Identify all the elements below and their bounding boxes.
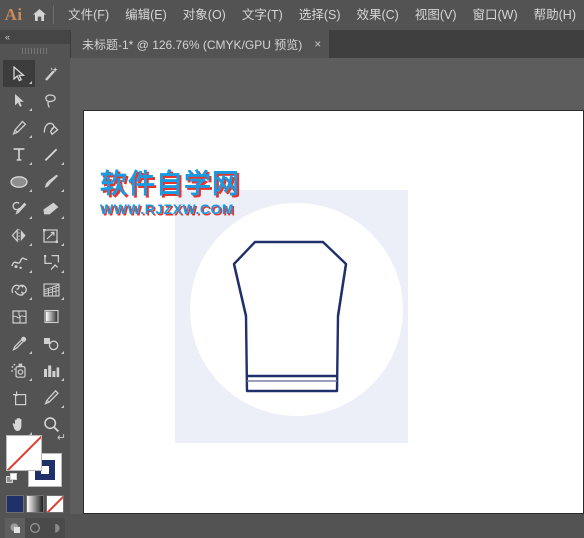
tool-flyout-indicator	[61, 189, 64, 192]
color-mode-button[interactable]	[6, 495, 24, 513]
collapse-panel-icon[interactable]: «	[5, 32, 10, 42]
none-mode-button[interactable]	[46, 495, 64, 513]
tool-flyout-indicator	[29, 351, 32, 354]
tool-flyout-indicator	[29, 297, 32, 300]
lasso-tool[interactable]	[35, 87, 67, 114]
curvature-tool[interactable]	[35, 114, 67, 141]
tool-flyout-indicator	[61, 243, 64, 246]
slice-tool[interactable]	[35, 384, 67, 411]
menu-item-select[interactable]: 选择(S)	[291, 0, 349, 30]
blend-tool[interactable]	[35, 330, 67, 357]
reflect-rotate-tool[interactable]	[3, 222, 35, 249]
tool-flyout-indicator	[61, 297, 64, 300]
close-icon[interactable]: ×	[314, 38, 321, 50]
selection-tool[interactable]	[3, 60, 35, 87]
none-slash-icon	[47, 496, 63, 512]
symbol-sprayer-tool[interactable]	[3, 357, 35, 384]
eraser-tool[interactable]	[35, 195, 67, 222]
document-tab[interactable]: 未标题-1* @ 126.76% (CMYK/GPU 预览) ×	[70, 30, 330, 58]
perspective-grid-tool[interactable]	[35, 276, 67, 303]
tool-flyout-indicator	[29, 108, 32, 111]
app-logo: Ai	[4, 5, 23, 24]
tool-flyout-indicator	[61, 405, 64, 408]
magic-wand-tool[interactable]	[35, 60, 67, 87]
tool-list	[3, 60, 67, 438]
column-graph-tool[interactable]	[35, 357, 67, 384]
fill-swatch-none[interactable]	[6, 435, 42, 471]
tools-panel: « ↵	[0, 30, 71, 538]
tool-flyout-indicator	[29, 216, 32, 219]
line-segment-tool[interactable]	[35, 141, 67, 168]
gradient-mode-button[interactable]	[26, 495, 44, 513]
tool-flyout-indicator	[61, 351, 64, 354]
tool-flyout-indicator	[29, 243, 32, 246]
direct-selection-tool[interactable]	[3, 87, 35, 114]
tools-panel-header[interactable]: «	[0, 30, 70, 44]
menu-item-edit[interactable]: 编辑(E)	[117, 0, 175, 30]
home-icon[interactable]	[27, 0, 51, 30]
menu-separator	[53, 6, 55, 24]
watermark: 软件自学网 WWW.RJZXW.COM	[100, 169, 240, 218]
menu-item-effect[interactable]: 效果(C)	[348, 0, 406, 30]
tool-flyout-indicator	[29, 189, 32, 192]
tools-panel-drag-handle[interactable]	[0, 44, 70, 58]
scale-shear-tool[interactable]	[35, 222, 67, 249]
tab-strip: 未标题-1* @ 126.76% (CMYK/GPU 预览) ×	[0, 30, 584, 58]
paintbrush-tool[interactable]	[35, 168, 67, 195]
menu-item-view[interactable]: 视图(V)	[407, 0, 465, 30]
watermark-title: 软件自学网	[100, 169, 240, 200]
menu-item-help[interactable]: 帮助(H)	[526, 0, 584, 30]
none-slash-icon	[7, 436, 41, 470]
watermark-url: WWW.RJZXW.COM	[100, 201, 235, 217]
menu-item-type[interactable]: 文字(T)	[234, 0, 291, 30]
draw-mode-buttons	[5, 518, 65, 538]
document-canvas[interactable]: 软件自学网 WWW.RJZXW.COM	[70, 58, 584, 514]
tool-flyout-indicator	[61, 162, 64, 165]
menu-item-file[interactable]: 文件(F)	[60, 0, 117, 30]
illustrator-window: Ai 文件(F) 编辑(E) 对象(O) 文字(T) 选择(S) 效果(C) 视…	[0, 0, 584, 538]
tool-flyout-indicator	[61, 216, 64, 219]
artboard-tool[interactable]	[3, 384, 35, 411]
shaper-pencil-tool[interactable]	[3, 195, 35, 222]
tool-flyout-indicator	[29, 270, 32, 273]
free-transform-tool[interactable]	[35, 249, 67, 276]
color-mode-buttons	[6, 495, 64, 513]
tool-flyout-indicator	[29, 378, 32, 381]
default-fill-stroke-icon[interactable]	[6, 473, 18, 485]
draw-normal-button[interactable]	[5, 518, 25, 538]
vest-illustration[interactable]	[210, 226, 390, 406]
type-tool[interactable]	[3, 141, 35, 168]
pen-tool[interactable]	[3, 114, 35, 141]
tool-flyout-indicator	[61, 270, 64, 273]
gradient-tool[interactable]	[35, 303, 67, 330]
draw-inside-button[interactable]	[45, 518, 65, 538]
tool-flyout-indicator	[61, 378, 64, 381]
tool-flyout-indicator	[29, 162, 32, 165]
document-tab-label: 未标题-1* @ 126.76% (CMYK/GPU 预览)	[82, 37, 303, 52]
hand-tool[interactable]	[3, 411, 35, 438]
tool-flyout-indicator	[29, 81, 32, 84]
artwork-layer: 软件自学网 WWW.RJZXW.COM	[70, 58, 584, 514]
ellipse-tool[interactable]	[3, 168, 35, 195]
eyedropper-tool[interactable]	[3, 330, 35, 357]
menu-item-window[interactable]: 窗口(W)	[465, 0, 526, 30]
width-warp-tool[interactable]	[3, 249, 35, 276]
mesh-tool[interactable]	[3, 303, 35, 330]
menu-item-object[interactable]: 对象(O)	[175, 0, 234, 30]
swap-fill-stroke-icon[interactable]: ↵	[57, 433, 66, 444]
draw-behind-button[interactable]	[25, 518, 45, 538]
menu-bar: Ai 文件(F) 编辑(E) 对象(O) 文字(T) 选择(S) 效果(C) 视…	[0, 0, 584, 30]
fill-stroke-controls: ↵	[6, 433, 66, 487]
shape-builder-tool[interactable]	[3, 276, 35, 303]
menu-items: 文件(F) 编辑(E) 对象(O) 文字(T) 选择(S) 效果(C) 视图(V…	[60, 0, 584, 30]
tool-flyout-indicator	[29, 135, 32, 138]
